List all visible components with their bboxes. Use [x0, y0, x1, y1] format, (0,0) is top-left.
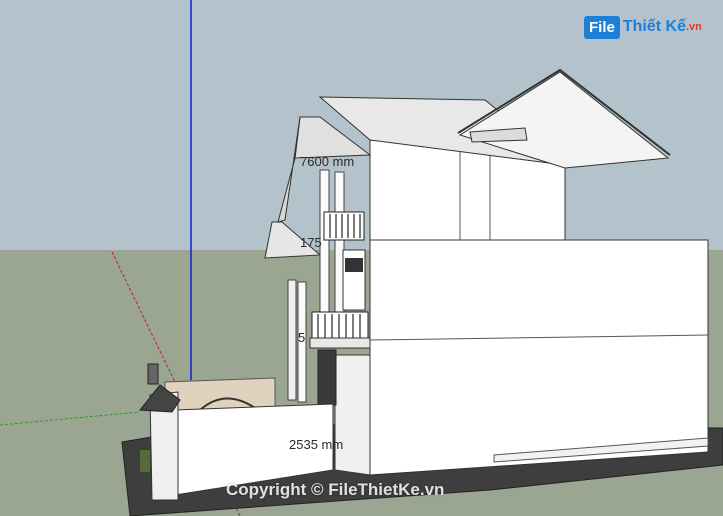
sketchup-viewport[interactable]: 7600 mm 175 5 2535 mm File Thiết Kế .vn …	[0, 0, 723, 516]
main-wall-front	[334, 354, 371, 476]
dimension-label-top[interactable]: 7600 mm	[300, 154, 354, 169]
copyright-watermark: Copyright © FileThietKe.vn	[226, 480, 445, 499]
dimension-label-small[interactable]: 5	[298, 330, 305, 345]
logo-file-badge: File	[584, 15, 620, 39]
logo-domain: .vn	[685, 21, 702, 33]
logo-name: Thiết Kế	[622, 18, 686, 35]
dimension-label-mid[interactable]: 175	[300, 235, 322, 250]
column	[287, 279, 297, 401]
model-scene[interactable]	[0, 0, 723, 516]
watermark-logo: File Thiết Kế .vn	[584, 12, 702, 42]
main-wall-right	[369, 239, 709, 476]
dimension-label-bottom[interactable]: 2535 mm	[289, 437, 343, 452]
